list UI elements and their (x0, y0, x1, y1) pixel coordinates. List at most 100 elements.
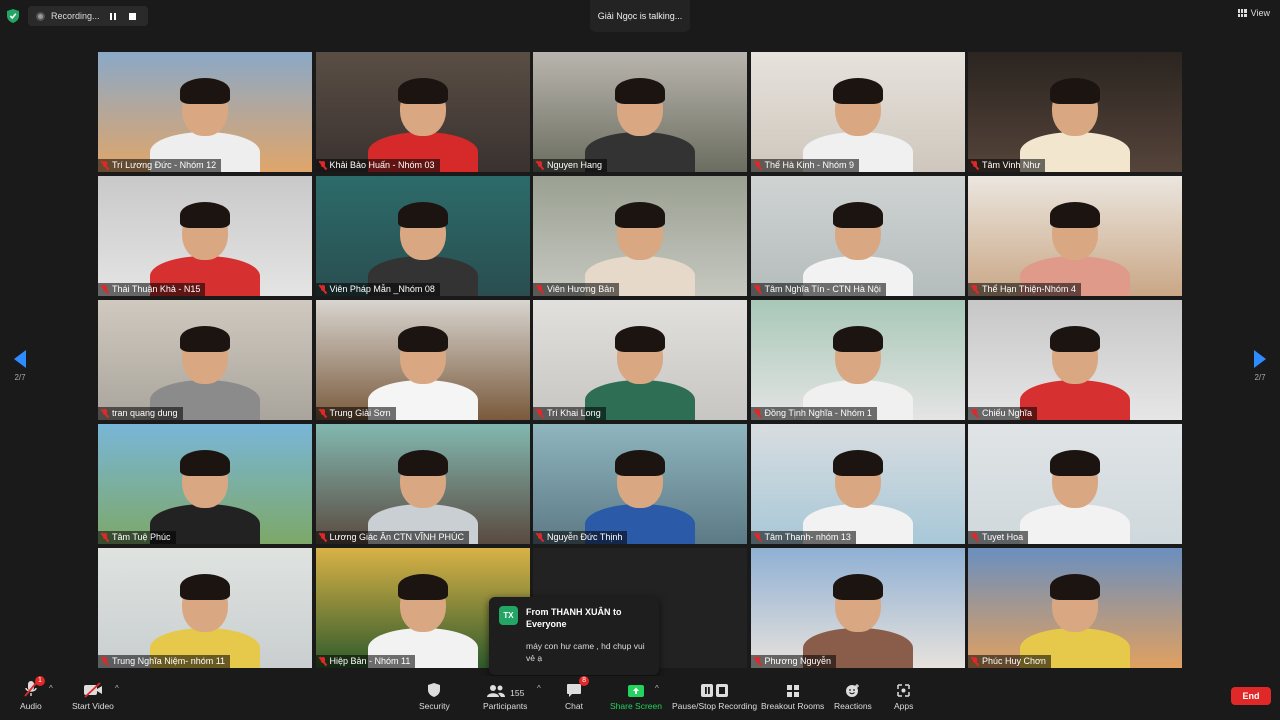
participant-tile[interactable]: Thể Hà Kinh - Nhóm 9 (750, 52, 965, 172)
view-button[interactable]: View (1237, 8, 1270, 18)
participant-tile[interactable]: Tâm Tuệ Phúc (98, 424, 312, 544)
recording-label: Recording... (51, 11, 100, 21)
participant-tile[interactable]: Thái Thuận Khả - N15 (98, 176, 312, 296)
participant-name: Trung Nghĩa Niệm- nhóm 11 (112, 656, 226, 666)
arrow-right-icon (1254, 350, 1266, 368)
participant-tile[interactable]: Thể Hạn Thiện-Nhóm 4 (968, 176, 1182, 296)
end-meeting-button[interactable]: End (1231, 687, 1271, 705)
breakout-rooms-icon (786, 685, 799, 697)
participant-name: Trí Khai Long (547, 408, 601, 418)
participant-tile[interactable]: Tuyet Hoa (968, 424, 1182, 544)
participant-name: Viên Hương Bản (547, 284, 615, 294)
participant-name-tag: Lương Giác Ân CTN VĨNH PHÚC (315, 531, 469, 544)
participant-tile[interactable]: Phương Nguyễn (750, 548, 965, 668)
participant-tile[interactable]: Đồng Tịnh Nghĩa - Nhóm 1 (750, 300, 965, 420)
participant-tile[interactable]: Trí Khai Long (533, 300, 747, 420)
participant-tile[interactable]: Viên Pháp Mẫn _Nhóm 08 (315, 176, 530, 296)
participant-name: Phúc Huy Chơn (982, 656, 1046, 666)
video-options-caret[interactable]: ^ (115, 684, 119, 693)
microphone-muted-icon (536, 408, 544, 418)
participant-name-tag: Thể Hạn Thiện-Nhóm 4 (968, 283, 1081, 296)
participant-name-tag: Tâm Thanh- nhóm 13 (750, 531, 856, 544)
apps-button[interactable]: Apps (894, 678, 913, 711)
participant-name: Tâm Thanh- nhóm 13 (764, 532, 851, 542)
participant-name-tag: Viên Pháp Mẫn _Nhóm 08 (315, 283, 440, 296)
microphone-muted-icon (319, 284, 327, 294)
participant-name: Đồng Tịnh Nghĩa - Nhóm 1 (764, 408, 872, 418)
pause-stop-recording-icon (700, 684, 728, 697)
pause-stop-recording-label: Pause/Stop Recording (672, 701, 758, 711)
video-grid: Trí Lương Đức - Nhóm 12 Khải Bảo Huấn - N… (98, 52, 1182, 668)
chat-button[interactable]: 8 Chat (565, 676, 589, 711)
microphone-muted-icon (754, 656, 762, 666)
audio-label: Audio (20, 701, 42, 711)
participant-name: Nguyen Hang (547, 160, 603, 170)
pause-stop-recording-button[interactable]: Pause/Stop Recording (672, 678, 757, 711)
start-video-button[interactable]: Start Video (72, 678, 114, 711)
microphone-muted-icon (101, 160, 109, 170)
security-shield-icon (428, 683, 441, 697)
participants-button[interactable]: 155 Participants (483, 678, 527, 711)
start-video-label: Start Video (72, 701, 114, 711)
chat-notification[interactable]: TX From THANH XUÂN to Everyone máy con h… (489, 597, 659, 675)
microphone-muted-icon (971, 284, 979, 294)
participant-name-tag: Tuyet Hoa (968, 531, 1029, 544)
participant-tile[interactable]: Khải Bảo Huấn - Nhóm 03 (315, 52, 530, 172)
stop-icon (129, 12, 137, 20)
audio-options-caret[interactable]: ^ (49, 684, 53, 693)
participant-tile[interactable]: Trí Lương Đức - Nhóm 12 (98, 52, 312, 172)
reactions-smiley-icon (846, 684, 860, 697)
participant-tile[interactable]: Nguyen Hang (533, 52, 747, 172)
chat-badge: 8 (579, 676, 589, 686)
participant-name-tag: Tâm Tuệ Phúc (98, 531, 176, 544)
chat-sender-avatar: TX (499, 606, 518, 625)
participant-name-tag: Thái Thuận Khả - N15 (98, 283, 206, 296)
shield-icon[interactable] (6, 8, 20, 24)
previous-page-button[interactable]: 2/7 (10, 350, 30, 390)
participant-name: Trung Giải Sơn (329, 408, 391, 418)
reactions-button[interactable]: Reactions (834, 678, 872, 711)
participant-name: Tuyet Hoa (982, 532, 1024, 542)
apps-icon (897, 684, 910, 697)
participant-name: Hiệp Bản - Nhóm 11 (329, 656, 411, 666)
page-indicator-right: 2/7 (1254, 373, 1266, 382)
participant-tile[interactable]: Trung Nghĩa Niệm- nhóm 11 (98, 548, 312, 668)
participant-tile[interactable]: Tâm Thanh- nhóm 13 (750, 424, 965, 544)
participant-name-tag: Phúc Huy Chơn (968, 655, 1051, 668)
participant-tile[interactable]: Trung Giải Sơn (315, 300, 530, 420)
participant-tile[interactable]: Phúc Huy Chơn (968, 548, 1182, 668)
microphone-muted-icon (971, 408, 979, 418)
security-button[interactable]: Security (419, 678, 450, 711)
participant-video-figure (1020, 450, 1130, 544)
microphone-muted-icon (754, 284, 762, 294)
participant-name-tag: Nguyễn Đức Thịnh (533, 531, 628, 544)
share-screen-button[interactable]: Share Screen (610, 678, 662, 711)
share-options-caret[interactable]: ^ (655, 684, 659, 693)
stop-recording-button[interactable] (126, 9, 140, 23)
participant-tile[interactable]: Viên Hương Bản (533, 176, 747, 296)
participant-tile[interactable]: tran quang dung (98, 300, 312, 420)
microphone-muted-icon (971, 160, 979, 170)
chat-message: máy con hư came , hd chụp vui vẻ ạ (526, 641, 645, 663)
participant-tile[interactable]: Nguyễn Đức Thịnh (533, 424, 747, 544)
next-page-button[interactable]: 2/7 (1250, 350, 1270, 390)
participant-name-tag: Hiệp Bản - Nhóm 11 (315, 655, 416, 668)
share-screen-label: Share Screen (610, 701, 662, 711)
microphone-muted-icon (971, 656, 979, 666)
participant-tile[interactable]: Tâm Vinh Như (968, 52, 1182, 172)
participant-name-tag: Tâm Nghĩa Tín - CTN Hà Nội (750, 283, 886, 296)
participant-tile[interactable]: Tâm Nghĩa Tín - CTN Hà Nội (750, 176, 965, 296)
participant-name: Phương Nguyễn (764, 656, 831, 666)
microphone-muted-icon (319, 160, 327, 170)
participants-label: Participants (483, 701, 528, 711)
microphone-muted-icon (319, 656, 327, 666)
breakout-rooms-button[interactable]: Breakout Rooms (761, 678, 824, 711)
pause-recording-button[interactable] (106, 9, 120, 23)
participant-name-tag: Trung Nghĩa Niệm- nhóm 11 (98, 655, 231, 668)
recording-dot-icon (36, 11, 45, 21)
participant-tile[interactable]: Chiếu Nghĩa (968, 300, 1182, 420)
participant-tile[interactable]: Lương Giác Ân CTN VĨNH PHÚC (315, 424, 530, 544)
audio-button[interactable]: 1 Audio (20, 676, 45, 711)
participants-options-caret[interactable]: ^ (537, 684, 541, 693)
participant-name-tag: Đồng Tịnh Nghĩa - Nhóm 1 (750, 407, 877, 420)
